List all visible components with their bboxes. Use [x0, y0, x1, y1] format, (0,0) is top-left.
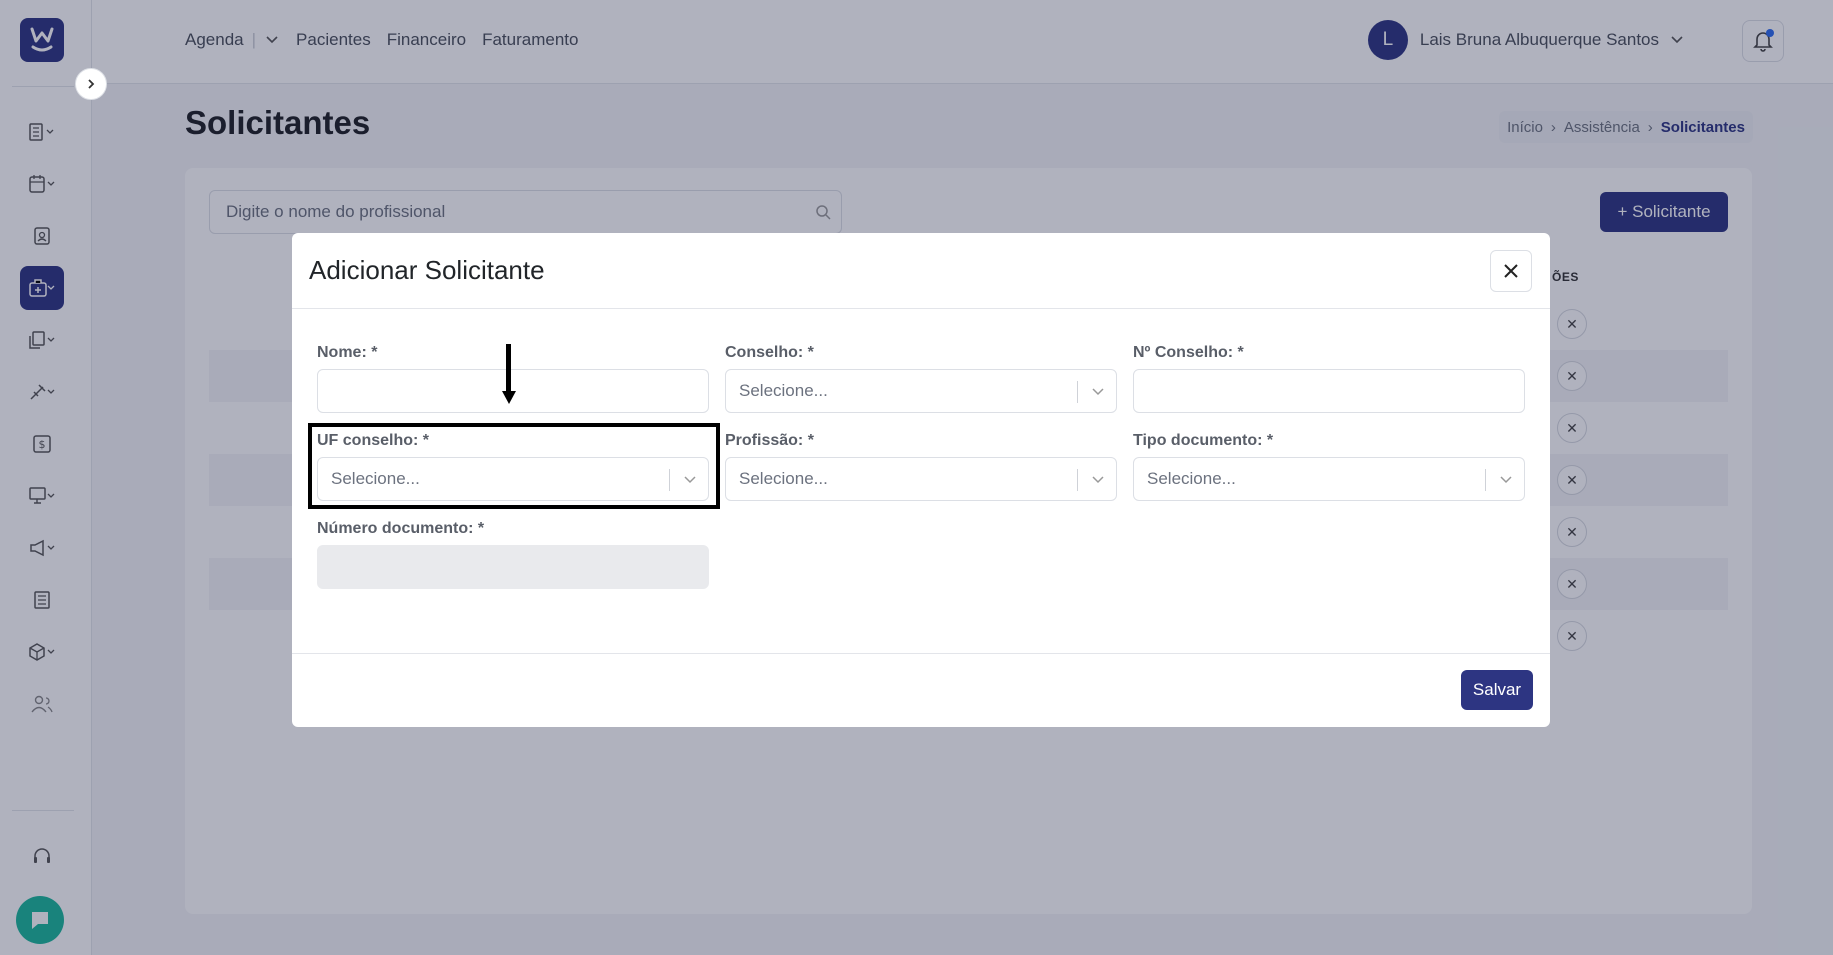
chevron-down-icon	[1092, 476, 1104, 484]
annotation-arrow-head	[502, 391, 516, 404]
modal-divider	[292, 308, 1550, 309]
profissao-placeholder: Selecione...	[739, 469, 828, 488]
chevron-down-icon	[1092, 388, 1104, 396]
profissao-select[interactable]: Selecione...	[725, 457, 1117, 501]
tipo-documento-label: Tipo documento: *	[1133, 432, 1274, 449]
modal-title: Adicionar Solicitante	[309, 255, 545, 285]
tipo-documento-placeholder: Selecione...	[1147, 469, 1236, 488]
select-separator	[1077, 469, 1078, 491]
annotation-highlight-box	[308, 423, 720, 509]
chevron-down-icon	[1500, 476, 1512, 484]
modal-close-button[interactable]	[1490, 250, 1532, 292]
sidebar-collapse-button[interactable]	[75, 68, 107, 100]
add-solicitante-modal: Adicionar Solicitante Nome: * Conselho: …	[292, 233, 1550, 727]
numero-conselho-input[interactable]	[1133, 369, 1525, 413]
numero-documento-input[interactable]	[317, 545, 709, 589]
numero-conselho-label: Nº Conselho: *	[1133, 344, 1244, 361]
select-separator	[1077, 381, 1078, 403]
numero-documento-label: Número documento: *	[317, 520, 485, 537]
conselho-select[interactable]: Selecione...	[725, 369, 1117, 413]
conselho-placeholder: Selecione...	[739, 381, 828, 400]
conselho-label: Conselho: *	[725, 344, 814, 361]
modal-divider	[292, 653, 1550, 654]
tipo-documento-select[interactable]: Selecione...	[1133, 457, 1525, 501]
save-button[interactable]: Salvar	[1461, 670, 1533, 710]
annotation-arrow-shaft	[506, 344, 511, 394]
nome-label: Nome: *	[317, 344, 378, 361]
profissao-label: Profissão: *	[725, 432, 814, 449]
select-separator	[1485, 469, 1486, 491]
chevron-right-icon	[88, 79, 95, 89]
close-icon	[1504, 264, 1518, 278]
